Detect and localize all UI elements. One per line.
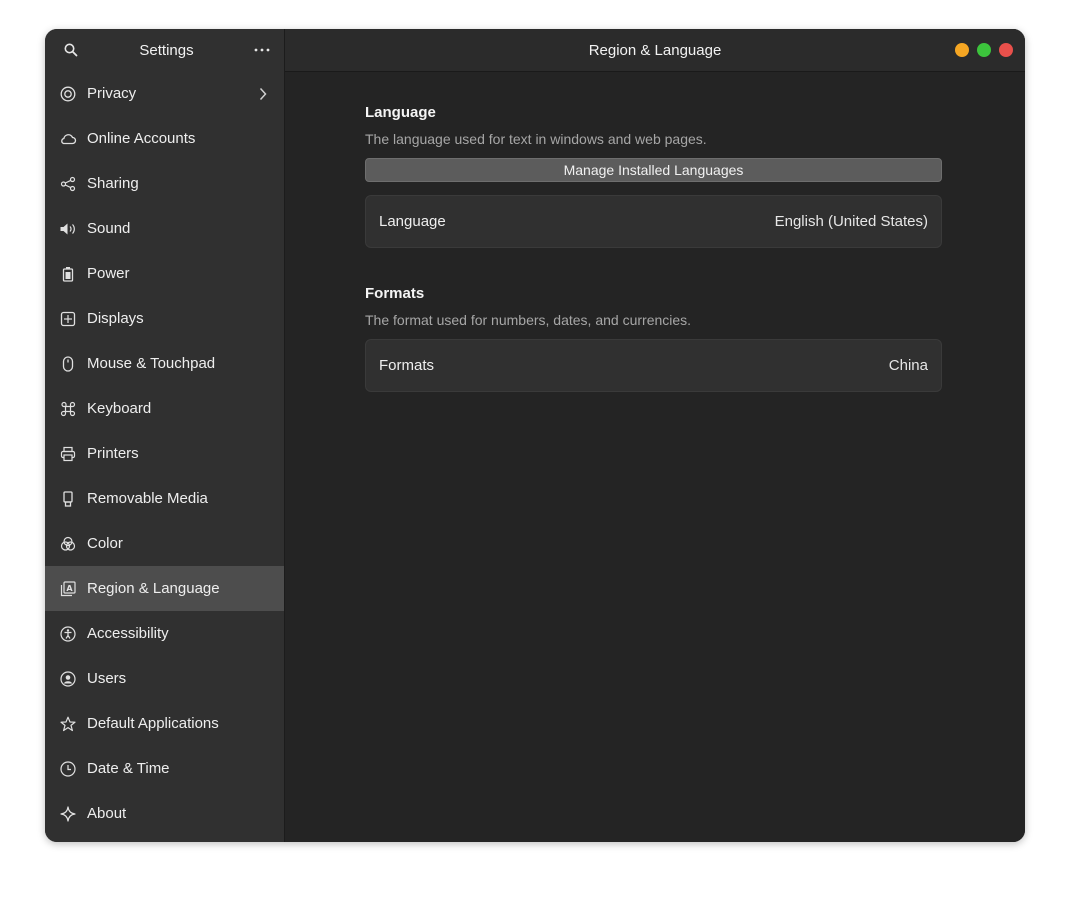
search-icon[interactable]: [61, 40, 81, 60]
language-row-label: Language: [379, 213, 446, 230]
sidebar-item-label: Removable Media: [87, 490, 208, 507]
formats-row-value: China: [888, 357, 928, 374]
minimize-button[interactable]: [955, 43, 969, 57]
cloud-icon: [59, 130, 77, 148]
formats-section-title: Formats: [365, 285, 425, 302]
sidebar-title: Settings: [139, 41, 194, 59]
power-icon: [59, 265, 77, 283]
sidebar-item-power[interactable]: Power: [45, 251, 284, 296]
content-area: Language The language used for text in w…: [285, 72, 1025, 392]
speaker-icon: [59, 220, 77, 238]
page-title: Region & Language: [588, 41, 722, 59]
more-icon[interactable]: [252, 40, 272, 60]
keyboard-icon: [59, 400, 77, 418]
accessibility-icon: [59, 625, 77, 643]
sidebar-item-label: Date & Time: [87, 760, 170, 777]
privacy-icon: [59, 85, 77, 103]
sidebar-item-color[interactable]: Color: [45, 521, 284, 566]
sidebar-item-label: Printers: [87, 445, 139, 462]
sidebar-item-default-applications[interactable]: Default Applications: [45, 701, 284, 746]
language-section-title: Language: [365, 104, 436, 121]
chevron-right-icon: [256, 87, 270, 101]
sidebar-item-label: Sharing: [87, 175, 139, 192]
language-section-description: The language used for text in windows an…: [365, 131, 707, 147]
sidebar-item-mouse-touchpad[interactable]: Mouse & Touchpad: [45, 341, 284, 386]
sidebar-item-label: Color: [87, 535, 123, 552]
sidebar-item-displays[interactable]: Displays: [45, 296, 284, 341]
color-icon: [59, 535, 77, 553]
sidebar-item-label: Keyboard: [87, 400, 152, 417]
share-icon: [59, 175, 77, 193]
sidebar-item-label: Displays: [87, 310, 144, 327]
sidebar-item-label: About: [87, 805, 127, 822]
region-language-icon: A: [59, 580, 77, 598]
formats-row[interactable]: Formats China: [365, 339, 942, 392]
sidebar-nav: Privacy Online Accounts Sharing Sound Po…: [45, 71, 284, 842]
sidebar-item-online-accounts[interactable]: Online Accounts: [45, 116, 284, 161]
sidebar-item-label: Online Accounts: [87, 130, 196, 147]
language-row[interactable]: Language English (United States): [365, 195, 942, 248]
sidebar-item-label: Region & Language: [87, 580, 220, 597]
sidebar-item-label: Power: [87, 265, 130, 282]
sparkle-icon: [59, 805, 77, 823]
svg-text:A: A: [66, 584, 73, 593]
mouse-icon: [59, 355, 77, 373]
headerbar: Region & Language: [285, 29, 1025, 72]
usb-icon: [59, 490, 77, 508]
sidebar-item-label: Sound: [87, 220, 131, 237]
maximize-button[interactable]: [977, 43, 991, 57]
sidebar-item-label: Accessibility: [87, 625, 169, 642]
window-controls: [955, 43, 1013, 57]
language-row-value: English (United States): [774, 213, 928, 230]
formats-row-label: Formats: [379, 357, 435, 374]
sidebar-item-label: Mouse & Touchpad: [87, 355, 216, 372]
sidebar-item-keyboard[interactable]: Keyboard: [45, 386, 284, 431]
sidebar-item-sharing[interactable]: Sharing: [45, 161, 284, 206]
settings-window: Settings Privacy Online Accounts Sharing…: [45, 29, 1025, 842]
display-icon: [59, 310, 77, 328]
user-icon: [59, 670, 77, 688]
manage-installed-languages-button[interactable]: Manage Installed Languages: [365, 158, 942, 182]
close-button[interactable]: [999, 43, 1013, 57]
clock-icon: [59, 760, 77, 778]
sidebar-item-printers[interactable]: Printers: [45, 431, 284, 476]
sidebar-item-sound[interactable]: Sound: [45, 206, 284, 251]
sidebar-item-removable-media[interactable]: Removable Media: [45, 476, 284, 521]
printer-icon: [59, 445, 77, 463]
sidebar-item-privacy[interactable]: Privacy: [45, 71, 284, 116]
sidebar: Settings Privacy Online Accounts Sharing…: [45, 29, 285, 842]
sidebar-header: Settings: [45, 29, 284, 71]
sidebar-item-region-language[interactable]: A Region & Language: [45, 566, 284, 611]
sidebar-item-label: Default Applications: [87, 715, 219, 732]
sidebar-item-label: Users: [87, 670, 127, 687]
sidebar-item-about[interactable]: About: [45, 791, 284, 836]
sidebar-item-date-time[interactable]: Date & Time: [45, 746, 284, 791]
star-icon: [59, 715, 77, 733]
formats-section-description: The format used for numbers, dates, and …: [365, 312, 692, 328]
sidebar-item-label: Privacy: [87, 85, 137, 102]
sidebar-item-users[interactable]: Users: [45, 656, 284, 701]
sidebar-item-accessibility[interactable]: Accessibility: [45, 611, 284, 656]
main-panel: Region & Language Language The language …: [285, 29, 1025, 842]
